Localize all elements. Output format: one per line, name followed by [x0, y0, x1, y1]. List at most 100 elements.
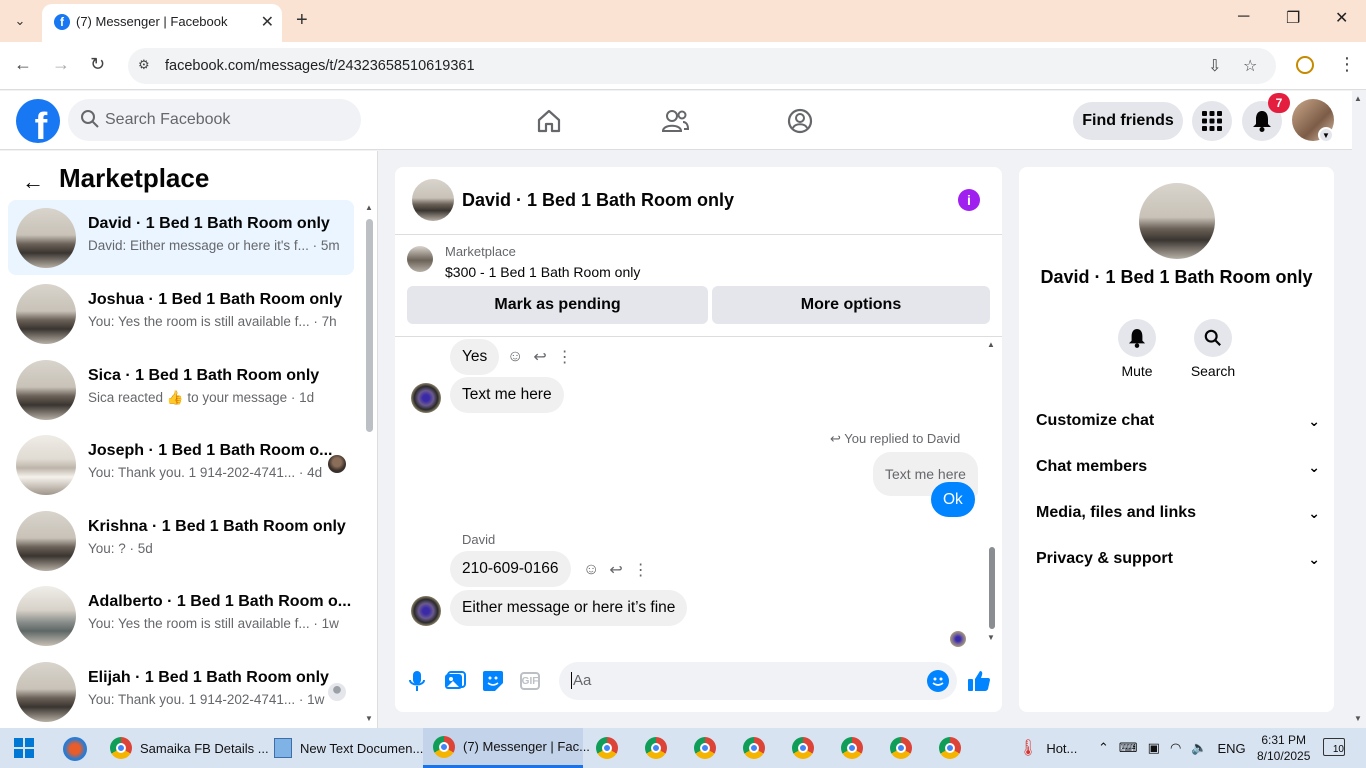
thumbs-up-icon[interactable]	[967, 669, 991, 693]
taskbar-item-chrome-samaika[interactable]: Samaika FB Details ...	[100, 728, 269, 768]
language-indicator[interactable]: ENG	[1218, 741, 1246, 756]
chat-avatar[interactable]	[412, 179, 454, 221]
listing-thumbnail[interactable]	[407, 246, 433, 272]
profile-icon[interactable]	[1296, 56, 1314, 74]
browser-tab-messenger[interactable]: f (7) Messenger | Facebook ✕	[42, 4, 282, 42]
apps-menu-button[interactable]	[1192, 101, 1232, 141]
minimize-button[interactable]: ─	[1238, 8, 1249, 26]
page-scroll-up-arrow[interactable]: ▲	[1354, 94, 1362, 103]
chrome-icon[interactable]	[890, 737, 912, 759]
app-icon[interactable]	[63, 737, 87, 761]
facebook-logo[interactable]: f	[16, 99, 60, 143]
maximize-button[interactable]: ❐	[1286, 8, 1300, 28]
chat-scroll-up-arrow[interactable]: ▲	[987, 340, 995, 349]
taskbar-item-messenger[interactable]: (7) Messenger | Fac...	[423, 728, 590, 768]
home-icon[interactable]	[531, 103, 567, 139]
chrome-icon[interactable]	[792, 737, 814, 759]
chrome-icon[interactable]	[743, 737, 765, 759]
reply-icon[interactable]: ↩	[609, 560, 622, 580]
message-bubble[interactable]: 210-609-0166	[450, 551, 571, 587]
conversation-item[interactable]: Joseph · 1 Bed 1 Bath Room o... You: Tha…	[8, 427, 354, 502]
gif-icon[interactable]: GIF	[520, 672, 540, 690]
chevron-up-icon[interactable]: ⌃	[1098, 740, 1109, 756]
react-icon[interactable]: ☺	[583, 561, 599, 579]
back-arrow-icon[interactable]: ←	[22, 169, 44, 195]
search-in-chat-button[interactable]: Search	[1183, 319, 1243, 379]
tab-search-dropdown[interactable]: ⌄	[8, 9, 32, 33]
notification-center-icon[interactable]: 10	[1323, 738, 1345, 756]
media-files-links-section[interactable]: Media, files and links ⌄	[1036, 498, 1320, 528]
chrome-icon[interactable]	[841, 737, 863, 759]
chrome-icon[interactable]	[694, 737, 716, 759]
profile-nav-icon[interactable]	[782, 103, 818, 139]
conversation-item[interactable]: Joshua · 1 Bed 1 Bath Room only You: Yes…	[8, 276, 354, 351]
camera-icon[interactable]: ▣	[1148, 740, 1160, 756]
sender-avatar[interactable]	[411, 383, 441, 413]
chat-scrollbar[interactable]	[989, 547, 995, 629]
wifi-icon[interactable]: ◠	[1170, 740, 1181, 756]
clock[interactable]: 6:31 PM 8/10/2025	[1257, 732, 1310, 764]
url-text[interactable]: facebook.com/messages/t/2432365851061936…	[165, 58, 475, 74]
more-icon[interactable]: ⋮	[633, 560, 649, 580]
conversation-name: Adalberto · 1 Bed 1 Bath Room o...	[88, 593, 352, 610]
taskbar-item-label: (7) Messenger | Fac...	[463, 739, 590, 754]
more-options-button[interactable]: More options	[712, 286, 990, 324]
tab-close-icon[interactable]: ✕	[261, 12, 274, 32]
start-button[interactable]	[14, 738, 34, 758]
chat-scroll-down-arrow[interactable]: ▼	[987, 633, 995, 642]
browser-menu-icon[interactable]: ⋮	[1338, 54, 1356, 75]
message-bubble[interactable]: Ok	[931, 482, 975, 517]
reload-button[interactable]: ↻	[90, 54, 105, 75]
conversation-item[interactable]: Krishna · 1 Bed 1 Bath Room only You: ? …	[8, 503, 354, 578]
more-icon[interactable]: ⋮	[557, 347, 573, 367]
back-button[interactable]: ←	[14, 54, 32, 75]
weather-widget[interactable]: 🌡 Hot...	[1018, 728, 1077, 768]
message-input[interactable]: Aa	[559, 662, 957, 700]
page-scroll-down-arrow[interactable]: ▼	[1354, 714, 1362, 723]
list-scroll-down-arrow[interactable]: ▼	[365, 714, 373, 723]
privacy-support-section[interactable]: Privacy & support ⌄	[1036, 544, 1320, 574]
marketplace-label: Marketplace	[445, 244, 516, 259]
site-info-icon[interactable]: ⚙	[138, 57, 150, 73]
microphone-icon[interactable]	[406, 670, 428, 692]
taskbar-item-notepad[interactable]: New Text Documen...	[264, 728, 423, 768]
chrome-icon[interactable]	[596, 737, 618, 759]
conversation-item[interactable]: David · 1 Bed 1 Bath Room only David: Ei…	[8, 200, 354, 275]
conversation-item[interactable]: Sica · 1 Bed 1 Bath Room only Sica react…	[8, 352, 354, 427]
conversation-item[interactable]: Elijah · 1 Bed 1 Bath Room only You: Tha…	[8, 654, 354, 729]
bookmark-star-icon[interactable]: ☆	[1243, 56, 1257, 76]
emoji-icon[interactable]	[927, 670, 949, 692]
chat-members-section[interactable]: Chat members ⌄	[1036, 452, 1320, 482]
photo-icon[interactable]	[444, 670, 466, 692]
react-icon[interactable]: ☺	[507, 348, 523, 366]
customize-chat-section[interactable]: Customize chat ⌄	[1036, 406, 1320, 436]
chat-avatar-large[interactable]	[1139, 183, 1215, 259]
chrome-icon[interactable]	[939, 737, 961, 759]
forward-button[interactable]: →	[52, 54, 70, 75]
find-friends-button[interactable]: Find friends	[1073, 102, 1183, 140]
facebook-search-input[interactable]: Search Facebook	[68, 99, 361, 141]
close-window-button[interactable]: ✕	[1335, 8, 1348, 28]
list-scroll-up-arrow[interactable]: ▲	[365, 203, 373, 212]
chat-title[interactable]: David · 1 Bed 1 Bath Room only	[462, 190, 734, 211]
mark-as-pending-button[interactable]: Mark as pending	[407, 286, 708, 324]
install-app-icon[interactable]: ⇩	[1208, 56, 1221, 76]
conversation-item[interactable]: Adalberto · 1 Bed 1 Bath Room o... You: …	[8, 578, 354, 653]
sender-avatar[interactable]	[411, 596, 441, 626]
mute-button[interactable]: Mute	[1107, 319, 1167, 379]
chevron-down-icon[interactable]: ▼	[1318, 127, 1334, 143]
message-bubble[interactable]: Either message or here it’s fine	[450, 590, 688, 626]
sticker-icon[interactable]	[482, 670, 504, 692]
message-bubble[interactable]: Text me here	[450, 377, 564, 413]
listing-title[interactable]: $300 - 1 Bed 1 Bath Room only	[445, 264, 640, 280]
list-scrollbar[interactable]	[366, 219, 373, 432]
chrome-icon[interactable]	[645, 737, 667, 759]
friends-icon[interactable]	[657, 103, 693, 139]
volume-icon[interactable]: 🔈	[1191, 740, 1207, 756]
reply-icon[interactable]: ↩	[533, 347, 546, 367]
message-bubble[interactable]: Yes	[450, 339, 500, 375]
new-tab-button[interactable]: +	[296, 9, 308, 32]
info-icon[interactable]: i	[958, 189, 980, 211]
language-switch-icon[interactable]: ⌨	[1119, 740, 1138, 756]
address-bar[interactable]: ⚙ facebook.com/messages/t/24323658510619…	[128, 48, 1276, 84]
